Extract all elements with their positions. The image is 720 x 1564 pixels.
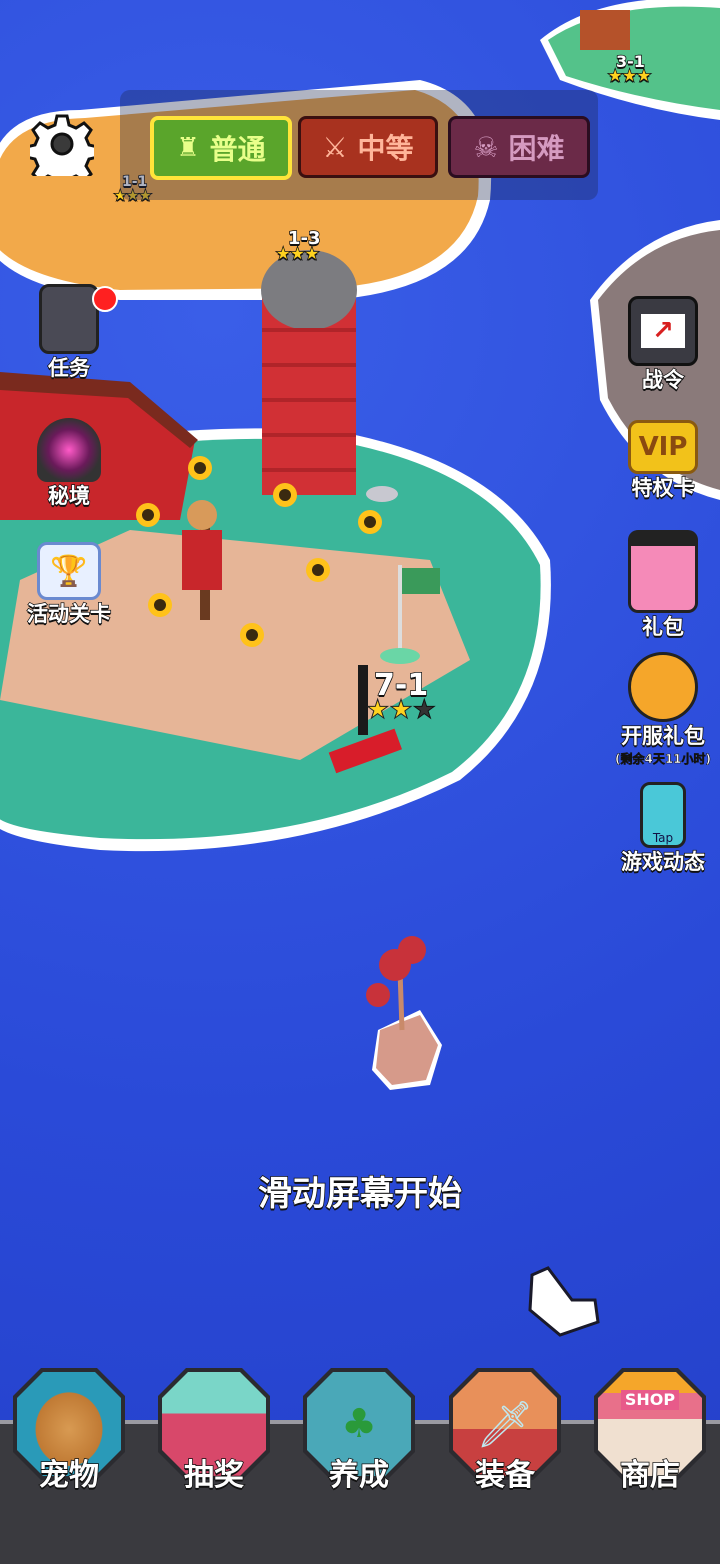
gear-icon[interactable] [30,112,94,176]
nav-shop-label: 商店 [619,1457,681,1494]
nav-shop-button[interactable]: SHOP 商店 [591,1368,709,1494]
vip-badge-text: VIP [638,432,688,462]
vip-card-button[interactable]: VIP 特权卡 [608,420,718,502]
flag-base [380,648,420,664]
event-stage-label: 活动关卡 [26,601,112,627]
nav-lottery-button[interactable]: 抽奖 [155,1368,273,1494]
tree-leaves-2 [398,936,426,964]
nav-cultivate-button[interactable]: ♣ 养成 [300,1368,418,1494]
level-stars-1-3: ★★★ [275,243,320,264]
event-stage-button[interactable]: 🏆 活动关卡 [14,542,124,628]
crossed-swords-icon: ⚔ [322,130,348,164]
gift-pack-button[interactable]: 礼包 [608,530,718,641]
scarecrow-head [187,500,217,530]
notification-dot [92,286,118,312]
secret-realm-label: 秘境 [47,483,91,509]
tasks-label: 任务 [47,355,91,381]
tap-badge-text: Tap [652,831,674,845]
game-scene[interactable]: 1-1 ★★★ 1-3 ★★★ 3-1 ★★★ 7-1 ★★★ [0,0,720,1560]
game-news-label: 游戏动态 [620,849,706,875]
flag [402,568,440,594]
pointer-hand [528,1266,600,1337]
difficulty-medium-button[interactable]: ⚔ 中等 [298,116,438,178]
secret-realm-button[interactable]: 秘境 [14,418,124,510]
tree-leaves-3 [366,983,390,1007]
nav-equipment-label: 装备 [474,1457,536,1494]
trophy-icon: 🏆 [37,542,101,600]
star-filled-1: ★ [365,695,390,726]
map-scene [0,0,720,1337]
gift-pack-label: 礼包 [641,614,685,640]
difficulty-normal-label: 普通 [209,133,266,166]
star-filled-2: ★ [389,695,413,726]
task-book-icon [39,284,99,354]
vip-icon: VIP [628,420,698,474]
hut [580,10,630,50]
nav-cultivate-label: 养成 [328,1457,390,1494]
phone-icon: Tap [640,782,686,848]
battle-pass-label: 战令 [641,367,685,393]
nav-lottery-label: 抽奖 [183,1457,245,1494]
vip-card-label: 特权卡 [631,475,696,501]
scarecrow-body [182,530,222,590]
difficulty-hard-button[interactable]: ☠ 困难 [448,116,590,178]
tv-chart-icon: ↗ [628,296,698,366]
difficulty-hard-label: 困难 [508,132,565,165]
current-level-stars: ★★★ [365,695,436,726]
nav-pet-label: 宠物 [38,1457,100,1494]
battle-pass-button[interactable]: ↗ 战令 [608,296,718,394]
gift-box-icon [628,530,698,613]
game-news-button[interactable]: Tap 游戏动态 [608,782,718,876]
swipe-to-start-hint: 滑动屏幕开始 [257,1173,463,1215]
launch-gift-icon [628,652,698,722]
launch-pack-button[interactable]: 开服礼包 (剩余4天11小时) [608,652,718,767]
shop-sign-text: SHOP [620,1390,680,1410]
launch-pack-label: 开服礼包 [620,723,706,749]
pad [366,486,398,502]
skull-icon: ☠ [473,130,499,164]
star-empty-3: ★ [412,695,436,726]
nav-equipment-button[interactable]: 🗡 装备 [446,1368,564,1494]
launch-pack-timer: (剩余4天11小时) [614,752,712,767]
portal-icon [37,418,101,482]
castle-icon: ♜ [176,133,200,163]
level-stars-3-1: ★★★ [607,65,652,86]
tasks-button[interactable]: 任务 [14,284,124,382]
nav-pet-button[interactable]: 宠物 [10,1368,128,1494]
difficulty-medium-label: 中等 [357,132,414,165]
difficulty-normal-button[interactable]: ♜ 普通 [150,116,292,180]
